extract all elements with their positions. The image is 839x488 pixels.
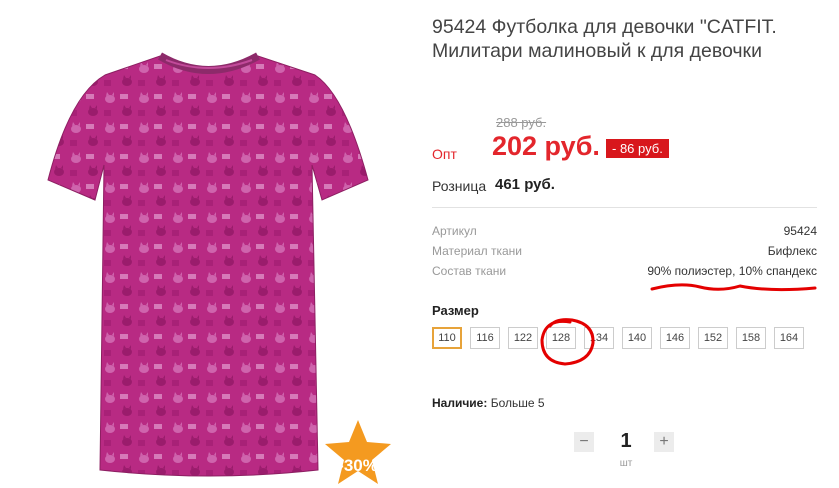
availability-label: Наличие: xyxy=(432,396,488,410)
retail-price: 461 руб. xyxy=(495,176,555,193)
property-key: Материал ткани xyxy=(432,244,522,258)
size-option-122[interactable]: 122 xyxy=(508,327,538,349)
star-icon xyxy=(325,420,391,484)
divider xyxy=(432,207,817,208)
quantity-increase-button[interactable]: + xyxy=(654,432,674,452)
quantity-unit: шт xyxy=(619,458,633,469)
property-row: Материал ткани Бифлекс xyxy=(432,244,817,262)
retail-price-label: Розница xyxy=(432,178,487,194)
quantity-decrease-button[interactable]: − xyxy=(574,432,594,452)
product-title: 95424 Футболка для девочки "CATFIT. Мили… xyxy=(432,16,777,62)
property-value: Бифлекс xyxy=(767,244,817,258)
discount-star-badge: -30% xyxy=(325,420,391,488)
size-option-146[interactable]: 146 xyxy=(660,327,690,349)
availability-value: Больше 5 xyxy=(490,396,545,410)
discount-star-label: -30% xyxy=(338,456,378,475)
size-option-116[interactable]: 116 xyxy=(470,327,500,349)
quantity-value[interactable]: 1 xyxy=(616,430,636,453)
property-row: Артикул 95424 xyxy=(432,224,817,242)
property-key: Артикул xyxy=(432,224,477,238)
size-option-164[interactable]: 164 xyxy=(774,327,804,349)
property-value: 95424 xyxy=(783,224,817,238)
product-image[interactable]: -30% xyxy=(0,0,395,488)
discount-badge: - 86 руб. xyxy=(606,139,669,158)
size-option-134[interactable]: 134 xyxy=(584,327,614,349)
underline-mark xyxy=(650,283,817,292)
property-row: Состав ткани 90% полиэстер, 10% спандекс xyxy=(432,264,817,282)
property-key: Состав ткани xyxy=(432,264,507,278)
availability: Наличие: Больше 5 xyxy=(432,396,545,410)
property-value: 90% полиэстер, 10% спандекс xyxy=(647,264,817,278)
old-price: 288 руб. xyxy=(496,115,547,130)
size-option-158[interactable]: 158 xyxy=(736,327,766,349)
size-option-140[interactable]: 140 xyxy=(622,327,652,349)
size-option-110[interactable]: 110 xyxy=(432,327,462,349)
size-title: Размер xyxy=(432,303,479,318)
size-option-152[interactable]: 152 xyxy=(698,327,728,349)
quantity-stepper: − 1 шт + xyxy=(574,430,674,480)
opt-price: 202 руб. xyxy=(492,131,600,161)
opt-price-label: Опт xyxy=(432,146,457,162)
size-option-128[interactable]: 128 xyxy=(546,327,576,349)
